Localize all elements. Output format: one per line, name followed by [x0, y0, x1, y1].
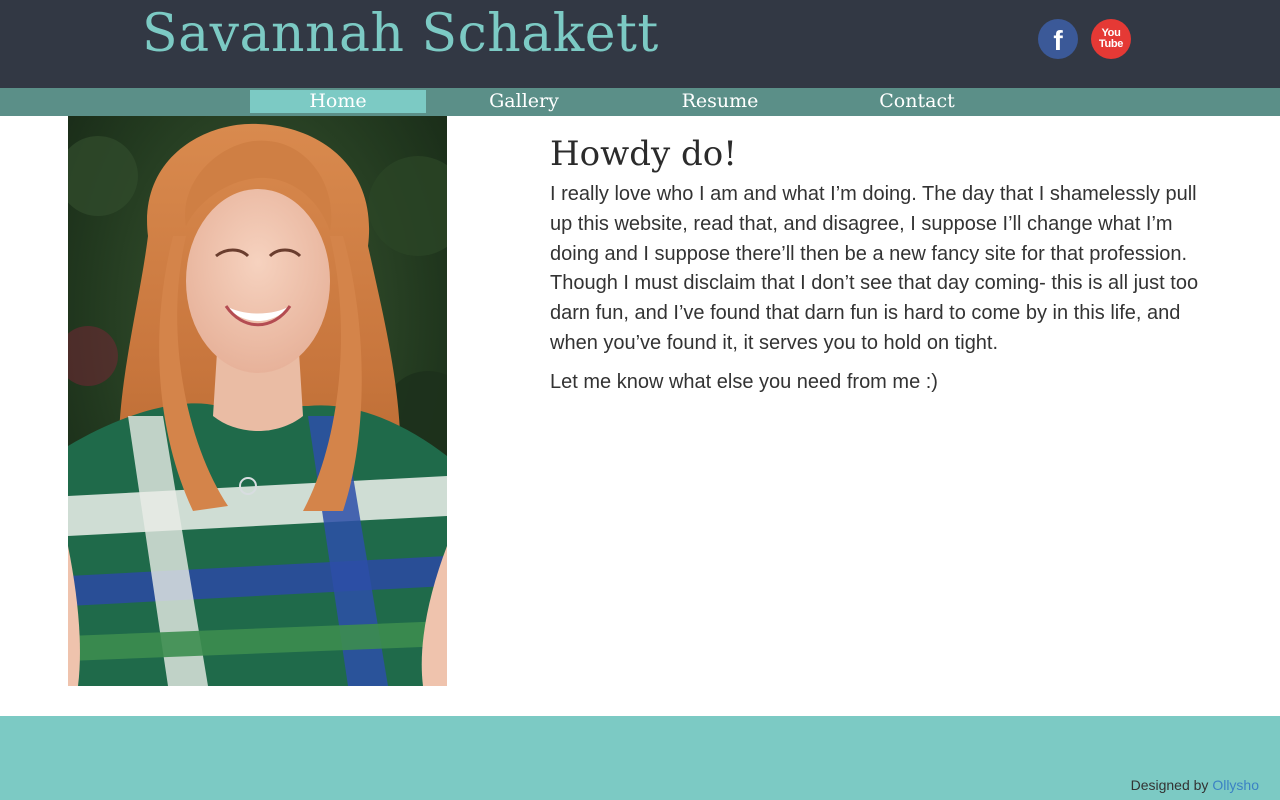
- site-title[interactable]: Savannah Schakett: [142, 2, 659, 66]
- designer-link[interactable]: Ollysho: [1212, 777, 1259, 793]
- facebook-icon[interactable]: f: [1038, 19, 1078, 59]
- nav-item-home[interactable]: Home: [250, 90, 426, 113]
- main-content: Howdy do! I really love who I am and wha…: [550, 130, 1200, 407]
- facebook-glyph: f: [1053, 25, 1063, 56]
- youtube-glyph: You Tube: [1098, 28, 1124, 50]
- designer-credit: Designed by Ollysho: [1131, 777, 1259, 793]
- site-header: Savannah Schakett f You Tube: [0, 0, 1280, 88]
- page-heading: Howdy do!: [550, 134, 737, 174]
- site-footer: Designed by Ollysho: [0, 716, 1280, 800]
- main-nav: Home Gallery Resume Contact: [0, 88, 1280, 116]
- closing-paragraph: Let me know what else you need from me :…: [550, 370, 938, 393]
- nav-item-resume[interactable]: Resume: [652, 90, 788, 113]
- credit-prefix: Designed by: [1130, 777, 1213, 793]
- nav-item-contact[interactable]: Contact: [849, 90, 985, 113]
- intro-paragraph: I really love who I am and what I’m doin…: [550, 183, 1199, 354]
- youtube-icon[interactable]: You Tube: [1091, 19, 1131, 59]
- portrait-photo: [68, 116, 447, 686]
- portrait-illustration: [68, 116, 447, 686]
- youtube-glyph-line2: Tube: [1098, 38, 1124, 50]
- nav-item-gallery[interactable]: Gallery: [456, 90, 592, 113]
